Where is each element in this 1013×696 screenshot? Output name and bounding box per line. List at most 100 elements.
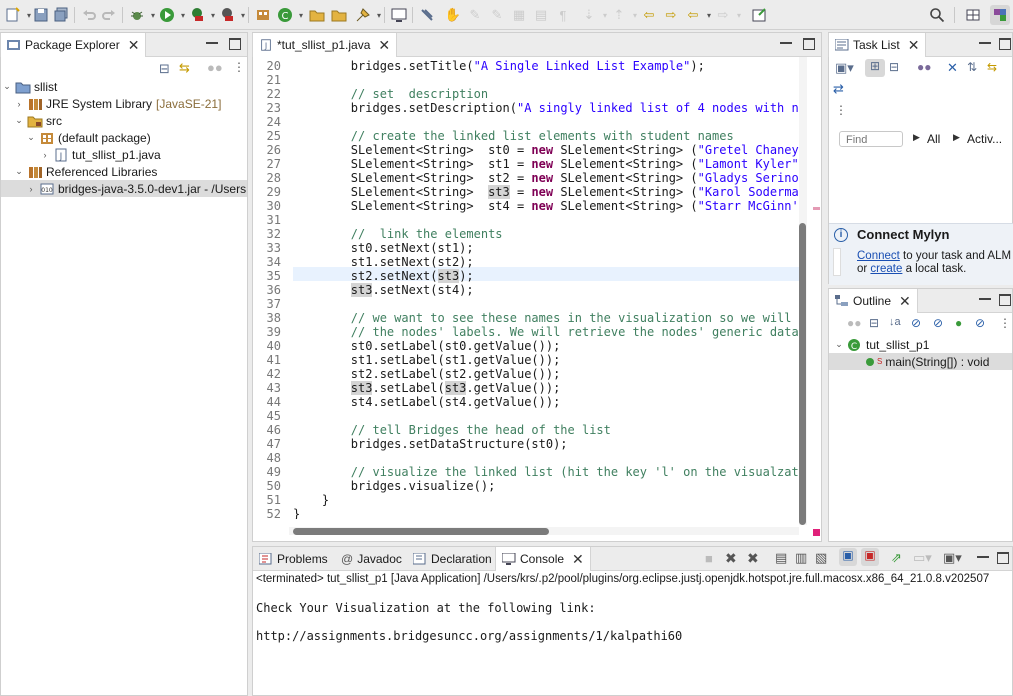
tab-declaration[interactable]: Declaration xyxy=(407,547,498,571)
code-line[interactable]: st4.setLabel(st4.getValue()); xyxy=(293,395,561,409)
block-select-icon[interactable]: ▦ xyxy=(510,6,528,24)
scheduled-icon[interactable]: ⊟ xyxy=(889,60,899,74)
focus-icon[interactable]: ●● xyxy=(847,316,862,330)
show-on-stdout-icon[interactable]: ▣ xyxy=(839,548,857,566)
expand-icon[interactable]: › xyxy=(13,99,25,109)
tab-problems[interactable]: Problems xyxy=(253,547,334,571)
hide-static-icon[interactable]: ⊘ xyxy=(933,316,943,330)
terminate-icon[interactable]: ■ xyxy=(705,551,713,566)
open-perspective-icon[interactable] xyxy=(964,6,982,24)
console-output[interactable]: Check Your Visualization at the followin… xyxy=(256,601,1011,643)
maximize-icon[interactable] xyxy=(997,552,1009,564)
link-with-editor-icon[interactable]: ⇆ xyxy=(179,60,190,76)
tree-referenced-libraries[interactable]: ⌄ Referenced Libraries xyxy=(13,163,157,180)
hide-nonpublic-icon[interactable]: ● xyxy=(955,316,962,330)
dropdown-icon[interactable]: ▾ xyxy=(234,6,252,24)
view-menu-icon[interactable]: ⋮ xyxy=(999,316,1011,330)
maximize-icon[interactable] xyxy=(229,38,241,50)
open-console-icon[interactable]: ▣▾ xyxy=(943,550,962,566)
view-menu-icon[interactable]: ⋮ xyxy=(233,60,245,74)
console-view-icon[interactable] xyxy=(390,6,408,24)
task-find-input[interactable] xyxy=(840,133,900,147)
minimize-icon[interactable] xyxy=(780,38,792,44)
code-line[interactable]: bridges.setDescription("A singly linked … xyxy=(293,101,799,115)
sort-icon[interactable]: ↓a xyxy=(889,316,901,328)
word-wrap-icon[interactable]: ▧ xyxy=(815,550,827,566)
tab-editor-file[interactable]: J *tut_sllist_p1.java ✕ xyxy=(252,33,398,57)
mark-occurrences-icon[interactable] xyxy=(418,6,436,24)
new-task-icon[interactable]: ▣▾ xyxy=(835,60,854,76)
code-line[interactable]: SLelement<String> st3 = new SLelement<St… xyxy=(293,185,799,199)
hide-local-types-icon[interactable]: ⊘ xyxy=(975,316,985,330)
collapse-all-icon[interactable]: ⊟ xyxy=(159,61,170,77)
maximize-icon[interactable] xyxy=(999,38,1011,50)
code-line[interactable]: st0.setLabel(st0.getValue()); xyxy=(293,339,561,353)
close-icon[interactable]: ✕ xyxy=(899,293,911,310)
minimize-icon[interactable] xyxy=(979,294,991,300)
dropdown-icon[interactable]: ▾ xyxy=(730,6,748,24)
code-line[interactable]: // we want to see these names in the vis… xyxy=(293,311,792,325)
vertical-scrollbar[interactable] xyxy=(799,57,807,525)
code-line[interactable]: bridges.setDataStructure(st0); xyxy=(293,437,568,451)
code-line[interactable]: // tell Bridges the head of the list xyxy=(293,423,611,437)
minimize-icon[interactable] xyxy=(977,552,989,558)
tab-outline[interactable]: Outline ✕ xyxy=(828,289,918,313)
expand-icon[interactable]: ⌄ xyxy=(25,132,37,143)
code-line[interactable]: } xyxy=(293,507,300,519)
horizontal-scrollbar[interactable] xyxy=(289,527,799,535)
remove-all-launches-icon[interactable]: ✖ xyxy=(747,550,759,567)
display-console-icon[interactable]: ▭▾ xyxy=(913,550,932,566)
code-line[interactable]: bridges.visualize(); xyxy=(293,479,496,493)
code-line[interactable]: // create the linked list elements with … xyxy=(293,129,734,143)
expand-icon[interactable]: › xyxy=(39,150,51,160)
code-line[interactable]: SLelement<String> st1 = new SLelement<St… xyxy=(293,157,799,171)
categorized-icon[interactable]: ⊞ xyxy=(865,59,885,77)
minimize-icon[interactable] xyxy=(979,38,991,44)
error-marker[interactable] xyxy=(813,529,820,536)
open-folder-icon[interactable] xyxy=(308,6,326,24)
focus-icon[interactable]: ●● xyxy=(207,60,223,75)
code-line[interactable]: // set description xyxy=(293,87,488,101)
code-line[interactable]: st0.setNext(st1); xyxy=(293,241,474,255)
code-line[interactable]: SLelement<String> st4 = new SLelement<St… xyxy=(293,199,799,213)
edit-icon[interactable]: ✎ xyxy=(488,6,506,24)
create-link[interactable]: create xyxy=(870,263,902,275)
tab-console[interactable]: Console ✕ xyxy=(495,547,591,571)
new-java-project-icon[interactable] xyxy=(254,6,272,24)
hide-completed-icon[interactable]: ✕ xyxy=(947,60,958,76)
code-line[interactable]: st3.setNext(st4); xyxy=(293,283,474,297)
code-line[interactable]: st3.setLabel(st3.getValue()); xyxy=(293,381,560,395)
hide-fields-icon[interactable]: ⊘ xyxy=(911,316,921,330)
save-icon[interactable] xyxy=(32,6,50,24)
redo-icon[interactable] xyxy=(100,6,118,24)
minimize-icon[interactable] xyxy=(206,38,218,44)
tab-javadoc[interactable]: @ Javadoc xyxy=(335,547,408,571)
tree-src[interactable]: ⌄ src xyxy=(13,112,62,129)
close-icon[interactable]: ✕ xyxy=(572,551,584,568)
maximize-icon[interactable] xyxy=(803,38,815,50)
undo-icon[interactable] xyxy=(80,6,98,24)
code-line[interactable]: st1.setNext(st2); xyxy=(293,255,474,269)
tree-jre-library[interactable]: › JRE System Library [JavaSE-21] xyxy=(13,95,222,112)
last-edit-icon[interactable]: ⇦ xyxy=(640,6,658,24)
code-line[interactable]: bridges.setTitle("A Single Linked List E… xyxy=(293,59,705,73)
remove-launch-icon[interactable]: ✖ xyxy=(725,550,737,567)
collapse-all-icon[interactable]: ⊟ xyxy=(869,316,879,330)
view-menu-icon[interactable]: ⋮ xyxy=(835,103,847,117)
toggle-breadcrumb-icon[interactable]: ✋ xyxy=(444,6,462,24)
outline-method-node[interactable]: S main(String[]) : void xyxy=(829,353,1012,370)
task-find-field[interactable] xyxy=(839,131,903,147)
code-line[interactable]: st2.setNext(st3); xyxy=(293,269,474,283)
code-line[interactable]: st1.setLabel(st1.getValue()); xyxy=(293,353,561,367)
tab-task-list[interactable]: Task List ✕ xyxy=(828,33,927,57)
filter-all-link[interactable]: All xyxy=(927,132,940,146)
show-on-stderr-icon[interactable]: ▣ xyxy=(861,548,879,566)
search-icon[interactable] xyxy=(928,6,946,24)
close-icon[interactable]: ✕ xyxy=(908,37,920,54)
focus-icon[interactable]: ●● xyxy=(917,60,932,74)
sync-icon[interactable]: ⇅ xyxy=(967,60,977,74)
link-icon[interactable]: ⇆ xyxy=(987,60,997,74)
save-all-icon[interactable] xyxy=(52,6,70,24)
filter-active-link[interactable]: Activ... xyxy=(967,132,1002,146)
outline-class-node[interactable]: ⌄ C tut_sllist_p1 xyxy=(833,336,929,353)
